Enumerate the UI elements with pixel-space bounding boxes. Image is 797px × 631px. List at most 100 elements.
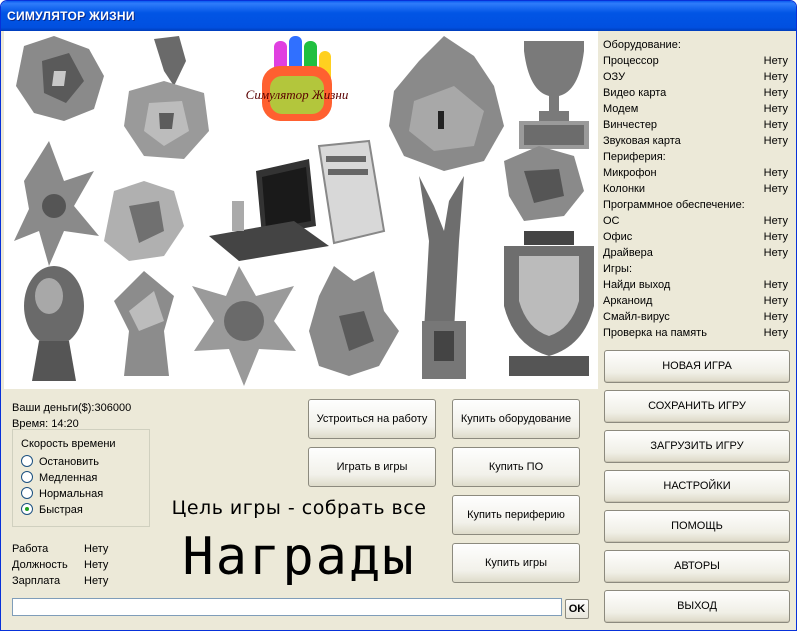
logo-text: Симулятор Жизни: [246, 87, 349, 102]
inventory-item-status: Нету: [763, 135, 788, 147]
inventory-item-name: ОЗУ: [603, 71, 626, 83]
inventory-item-name: Микрофон: [603, 167, 657, 179]
awards-gallery: Симулятор Жизни: [4, 31, 598, 389]
buy-games-button[interactable]: Купить игры: [452, 543, 580, 583]
play-games-button[interactable]: Играть в игры: [308, 447, 436, 487]
ok-button[interactable]: OK: [565, 599, 589, 619]
authors-button[interactable]: АВТОРЫ: [604, 550, 790, 583]
radio-unchecked-icon[interactable]: [21, 471, 33, 483]
inventory-row: Винчестер Нету: [601, 117, 791, 133]
inventory-row: Драйвера Нету: [601, 245, 791, 261]
buy-software-button[interactable]: Купить ПО: [452, 447, 580, 487]
time-speed-legend: Скорость времени: [21, 438, 116, 450]
inventory-item-status: Нету: [763, 119, 788, 131]
stat-value: Нету: [84, 575, 109, 587]
stat-value: Нету: [84, 559, 109, 571]
inventory-item-name: Процессор: [603, 55, 659, 67]
award-eagle-badge-icon: [104, 181, 184, 261]
inventory-item-status: Нету: [763, 87, 788, 99]
status-panel: Ваши деньги($):306000 Время: 14:20: [12, 400, 131, 432]
job-stats: Работа Нету Должность Нету Зарплата Нету: [12, 541, 122, 589]
inventory-item-name: Винчестер: [603, 119, 658, 131]
settings-button[interactable]: НАСТРОЙКИ: [604, 470, 790, 503]
inventory-item-status: Нету: [763, 279, 788, 291]
inventory-row: Микрофон Нету: [601, 165, 791, 181]
award-premier-trophy-icon: [504, 231, 594, 376]
help-button[interactable]: ПОМОЩЬ: [604, 510, 790, 543]
speed-option[interactable]: Остановить: [21, 454, 99, 470]
award-world-cup-icon: [24, 266, 84, 381]
award-gear-medal-icon: [14, 141, 99, 266]
inventory-item-name: Драйвера: [603, 247, 653, 259]
inventory-item-status: Нету: [763, 183, 788, 195]
inventory-item-name: Звуковая карта: [603, 135, 681, 147]
stat-label: Должность: [12, 559, 68, 571]
inventory-row: Игры:: [601, 261, 791, 277]
client-area: Симулятор Жизни Оборудование: Процессор …: [4, 31, 793, 627]
load-game-button[interactable]: ЗАГРУЗИТЬ ИГРУ: [604, 430, 790, 463]
stat-label: Работа: [12, 543, 49, 555]
inventory-item-status: Нету: [763, 295, 788, 307]
awards-illustration: Симулятор Жизни: [14, 36, 594, 386]
inventory-row: Программное обеспечение:: [601, 197, 791, 213]
exit-button[interactable]: ВЫХОД: [604, 590, 790, 623]
award-ribbon-badge-icon: [504, 146, 584, 221]
stat-label: Зарплата: [12, 575, 61, 587]
inventory-row: Процессор Нету: [601, 53, 791, 69]
goal-text: Цель игры - собрать все: [171, 497, 427, 519]
new-game-button[interactable]: НОВАЯ ИГРА: [604, 350, 790, 383]
inventory-row: Модем Нету: [601, 101, 791, 117]
speed-option-label: Остановить: [39, 456, 100, 468]
save-game-button[interactable]: СОХРАНИТЬ ИГРУ: [604, 390, 790, 423]
radio-checked-icon[interactable]: [21, 503, 33, 515]
inventory-item-name: ОС: [603, 215, 620, 227]
speed-option-label: Медленная: [39, 472, 98, 484]
speed-option[interactable]: Быстрая: [21, 502, 83, 518]
inventory-row: Периферия:: [601, 149, 791, 165]
inventory-item-name: Смайл-вирус: [603, 311, 670, 323]
speed-option[interactable]: Медленная: [21, 470, 97, 486]
inventory-row: ОС Нету: [601, 213, 791, 229]
window-title: СИМУЛЯТОР ЖИЗНИ: [7, 9, 135, 23]
stat-row: Зарплата Нету: [12, 573, 122, 589]
inventory-item-status: Нету: [763, 103, 788, 115]
get-job-button[interactable]: Устроиться на работу: [308, 399, 436, 439]
inventory-item-name: Периферия:: [603, 151, 666, 163]
inventory-item-name: Колонки: [603, 183, 645, 195]
inventory-item-status: Нету: [763, 231, 788, 243]
inventory-item-status: Нету: [763, 55, 788, 67]
radio-unchecked-icon[interactable]: [21, 455, 33, 467]
money-label: Ваши деньги($):306000: [12, 402, 132, 414]
award-star-medal-icon: [192, 266, 296, 386]
inventory-item-status: Нету: [763, 327, 788, 339]
stat-row: Должность Нету: [12, 557, 122, 573]
award-crystal-trophy-icon: [114, 271, 174, 376]
award-medal-ribbon-icon: [124, 36, 209, 159]
speed-option[interactable]: Нормальная: [21, 486, 103, 502]
award-cross-medal-icon: [309, 266, 399, 376]
award-human-statue-icon: [419, 176, 466, 379]
inventory-row: Колонки Нету: [601, 181, 791, 197]
inventory-item-name: Оборудование:: [603, 39, 681, 51]
inventory-item-status: Нету: [763, 167, 788, 179]
radio-unchecked-icon[interactable]: [21, 487, 33, 499]
inventory-item-name: Найди выход: [603, 279, 671, 291]
command-input[interactable]: [12, 598, 562, 616]
stat-value: Нету: [84, 543, 109, 555]
inventory-item-name: Программное обеспечение:: [603, 199, 745, 211]
speed-option-label: Быстрая: [39, 504, 83, 516]
inventory-row: Видео карта Нету: [601, 85, 791, 101]
buy-equipment-button[interactable]: Купить оборудование: [452, 399, 580, 439]
inventory-item-status: Нету: [763, 247, 788, 259]
inventory-row: Звуковая карта Нету: [601, 133, 791, 149]
stat-row: Работа Нету: [12, 541, 122, 557]
title-bar[interactable]: СИМУЛЯТОР ЖИЗНИ: [1, 1, 796, 31]
inventory-item-name: Арканоид: [603, 295, 653, 307]
award-star-crumpled-icon: [16, 36, 104, 121]
inventory-row: Смайл-вирус Нету: [601, 309, 791, 325]
computer-pc-icon: [209, 139, 386, 261]
buy-peripherals-button[interactable]: Купить периферию: [452, 495, 580, 535]
inventory-row: ОЗУ Нету: [601, 69, 791, 85]
speed-option-label: Нормальная: [39, 488, 104, 500]
inventory-row: Найди выход Нету: [601, 277, 791, 293]
